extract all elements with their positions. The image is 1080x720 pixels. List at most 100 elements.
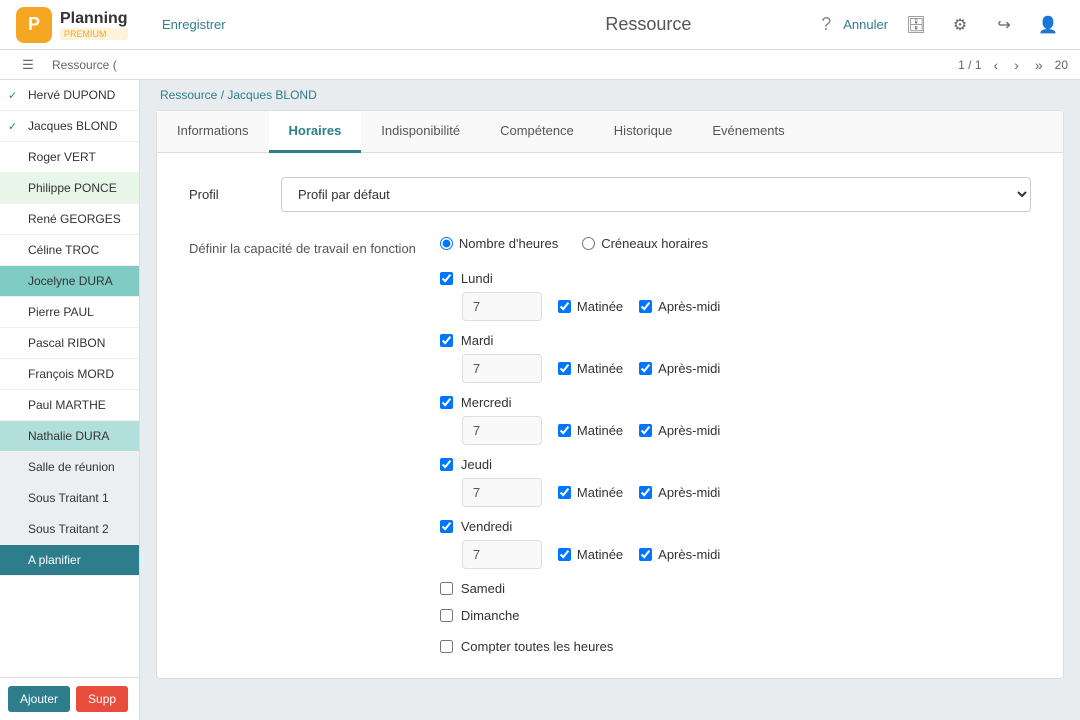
sidebar-check-0: ✓ [8, 89, 22, 102]
radio-nb_heures[interactable]: Nombre d'heures [440, 236, 558, 251]
page-title: Ressource [492, 14, 806, 35]
sidebar-item-1[interactable]: ✓Jacques BLOND [0, 111, 139, 142]
day-label-jeudi: Jeudi [461, 457, 492, 472]
breadcrumb-current: Jacques BLOND [227, 88, 316, 102]
day-checkbox-mercredi[interactable] [440, 396, 453, 409]
day-checkbox-mardi[interactable] [440, 334, 453, 347]
user-icon[interactable]: 👤 [1032, 9, 1064, 41]
hours-input-mercredi[interactable] [462, 416, 542, 445]
sidebar-item-13[interactable]: Sous Traitant 1 [0, 483, 139, 514]
day-label-dimanche: Dimanche [461, 608, 520, 623]
matinee-label-vendredi: Matinée [577, 547, 623, 562]
sidebar-label-14: Sous Traitant 2 [28, 522, 109, 536]
sidebar-bottom: Ajouter Supp [0, 677, 139, 720]
matinee-label-jeudi: Matinée [577, 485, 623, 500]
day-checkbox-samedi[interactable] [440, 582, 453, 595]
apresmidi-checkbox-mercredi[interactable] [639, 424, 652, 437]
share-icon[interactable]: ↪ [988, 9, 1020, 41]
tab-historique[interactable]: Historique [594, 111, 693, 153]
sidebar-item-15[interactable]: A planifier [0, 545, 139, 576]
apresmidi-option-mardi: Après-midi [639, 361, 720, 376]
matinee-checkbox-vendredi[interactable] [558, 548, 571, 561]
sidebar-item-5[interactable]: Céline TROC [0, 235, 139, 266]
apresmidi-option-lundi: Après-midi [639, 299, 720, 314]
day-label-vendredi: Vendredi [461, 519, 512, 534]
next-page[interactable]: › [1010, 55, 1023, 75]
profil-select[interactable]: Profil par défaut [281, 177, 1031, 212]
sidebar-item-2[interactable]: Roger VERT [0, 142, 139, 173]
day-label-samedi: Samedi [461, 581, 505, 596]
cancel-link[interactable]: Annuler [843, 17, 888, 32]
sidebar-item-8[interactable]: Pascal RIBON [0, 328, 139, 359]
apresmidi-checkbox-jeudi[interactable] [639, 486, 652, 499]
radio-row: Nombre d'heures Créneaux horaires [440, 236, 1031, 251]
apresmidi-option-mercredi: Après-midi [639, 423, 720, 438]
delete-button[interactable]: Supp [76, 686, 128, 712]
sidebar-label-9: François MORD [28, 367, 114, 381]
apresmidi-checkbox-mardi[interactable] [639, 362, 652, 375]
profil-label: Profil [189, 187, 269, 202]
matinee-label-lundi: Matinée [577, 299, 623, 314]
sidebar-item-10[interactable]: Paul MARTHE [0, 390, 139, 421]
tab-informations[interactable]: Informations [157, 111, 269, 153]
matinee-checkbox-mercredi[interactable] [558, 424, 571, 437]
form-content: Profil Profil par défaut Définir la capa… [157, 153, 1063, 678]
menu-toggle[interactable]: ☰ [12, 49, 44, 81]
settings-icon[interactable]: ⚙ [944, 9, 976, 41]
app-badge: PREMIUM [60, 28, 128, 40]
logo-icon: P [16, 7, 52, 43]
count-hours-checkbox[interactable] [440, 640, 453, 653]
day-checkbox-lundi[interactable] [440, 272, 453, 285]
sidebar-label-8: Pascal RIBON [28, 336, 105, 350]
day-block-dimanche: Dimanche [440, 608, 1031, 623]
hours-input-jeudi[interactable] [462, 478, 542, 507]
matinee-label-mardi: Matinée [577, 361, 623, 376]
apresmidi-option-jeudi: Après-midi [639, 485, 720, 500]
sidebar-item-0[interactable]: ✓Hervé DUPOND [0, 80, 139, 111]
add-button[interactable]: Ajouter [8, 686, 70, 712]
sidebar-item-7[interactable]: Pierre PAUL [0, 297, 139, 328]
tab-indisponibilite[interactable]: Indisponibilité [361, 111, 480, 153]
sidebar: ✓Hervé DUPOND✓Jacques BLONDRoger VERTPhi… [0, 80, 140, 720]
sidebar-item-14[interactable]: Sous Traitant 2 [0, 514, 139, 545]
day-checkbox-vendredi[interactable] [440, 520, 453, 533]
save-link[interactable]: Enregistrer [162, 17, 226, 32]
sidebar-item-11[interactable]: Nathalie DURA [0, 421, 139, 452]
day-row-mardi: Matinée Après-midi [440, 354, 1031, 383]
tab-evenements[interactable]: Evénements [692, 111, 804, 153]
radio-creneaux[interactable]: Créneaux horaires [582, 236, 708, 251]
database-icon[interactable]: 🗄 [900, 9, 932, 41]
matinee-label-mercredi: Matinée [577, 423, 623, 438]
sidebar-item-9[interactable]: François MORD [0, 359, 139, 390]
apresmidi-checkbox-lundi[interactable] [639, 300, 652, 313]
day-row-lundi: Matinée Après-midi [440, 292, 1031, 321]
matinee-option-mardi: Matinée [558, 361, 623, 376]
apresmidi-checkbox-vendredi[interactable] [639, 548, 652, 561]
sidebar-label-6: Jocelyne DURA [28, 274, 113, 288]
matinee-checkbox-jeudi[interactable] [558, 486, 571, 499]
tab-competence[interactable]: Compétence [480, 111, 594, 153]
apresmidi-option-vendredi: Après-midi [639, 547, 720, 562]
help-icon[interactable]: ? [821, 14, 831, 35]
breadcrumb-root[interactable]: Ressource [160, 88, 217, 102]
day-block-jeudi: Jeudi Matinée Après-midi [440, 457, 1031, 507]
tab-horaires[interactable]: Horaires [269, 111, 362, 153]
hours-input-mardi[interactable] [462, 354, 542, 383]
prev-page[interactable]: ‹ [990, 55, 1003, 75]
breadcrumb: Ressource / Jacques BLOND [140, 80, 1080, 110]
day-checkbox-jeudi[interactable] [440, 458, 453, 471]
sidebar-item-12[interactable]: Salle de réunion [0, 452, 139, 483]
hours-input-lundi[interactable] [462, 292, 542, 321]
matinee-checkbox-mardi[interactable] [558, 362, 571, 375]
matinee-checkbox-lundi[interactable] [558, 300, 571, 313]
sidebar-label-10: Paul MARTHE [28, 398, 106, 412]
day-block-vendredi: Vendredi Matinée Après-midi [440, 519, 1031, 569]
last-page[interactable]: » [1031, 55, 1047, 75]
hours-input-vendredi[interactable] [462, 540, 542, 569]
sidebar-item-4[interactable]: René GEORGES [0, 204, 139, 235]
sidebar-item-6[interactable]: Jocelyne DURA [0, 266, 139, 297]
day-block-samedi: Samedi [440, 581, 1031, 596]
sidebar-item-3[interactable]: Philippe PONCE [0, 173, 139, 204]
capacity-content: Nombre d'heuresCréneaux horaires Lundi M… [440, 236, 1031, 654]
day-checkbox-dimanche[interactable] [440, 609, 453, 622]
